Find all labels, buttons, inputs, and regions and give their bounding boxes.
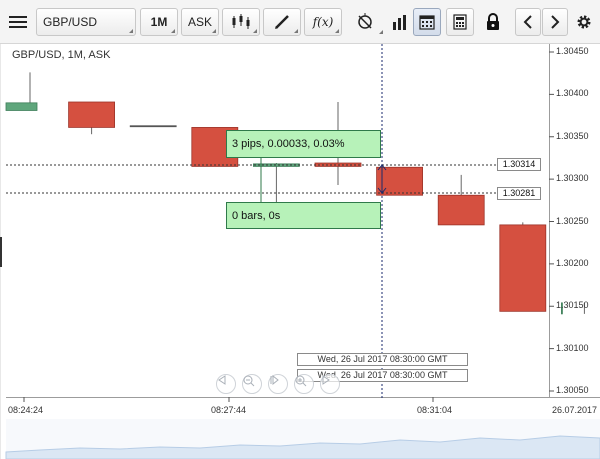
y-tick-label: 1.30400 [556, 88, 589, 99]
pencil-icon [275, 15, 289, 29]
chevron-left-icon [523, 15, 532, 29]
x-tick-label: 08:27:44 [211, 405, 247, 415]
volume-button[interactable] [386, 8, 414, 36]
dropdown-corner-icon [379, 30, 383, 34]
settings-button[interactable] [572, 8, 596, 36]
time-tag-1: Wed, 26 Jul 2017 08:30:00 GMT [297, 353, 468, 366]
chart-type-button[interactable] [222, 8, 260, 36]
gear-icon [577, 15, 591, 29]
crosshair-cursor-icon [358, 13, 372, 29]
measure-info-bottom: 0 bars, 0s [226, 202, 381, 229]
zoom-in-button[interactable] [294, 374, 314, 394]
lock-button[interactable] [480, 8, 506, 36]
hamburger-menu-button[interactable] [4, 8, 32, 36]
symbol-selector[interactable]: GBP/USD [36, 8, 136, 36]
candle-body-down[interactable] [499, 224, 547, 312]
y-tick-label: 1.30150 [556, 300, 589, 311]
y-tick-label: 1.30250 [556, 215, 589, 226]
triangle-right-icon [322, 375, 330, 385]
zoom-out-icon [243, 375, 255, 387]
price-tag-upper: 1.30314 [497, 158, 541, 171]
indicators-button[interactable]: f(x) [304, 8, 342, 36]
dropdown-corner-icon [212, 29, 216, 33]
y-tick-label: 1.30300 [556, 173, 589, 184]
bar-chart-icon [393, 15, 406, 30]
symbol-label: GBP/USD [43, 15, 98, 29]
nav-next-button[interactable] [320, 374, 340, 394]
zoom-out-button[interactable] [242, 374, 262, 394]
trading-window: GBP/USD 1M ASK f(x) GBP/USD, 1M, ASK 3 p… [0, 0, 600, 459]
candle-body-up[interactable] [252, 163, 300, 167]
dropdown-corner-icon [294, 29, 298, 33]
y-tick-label: 1.30350 [556, 130, 589, 141]
x-tick-label: 08:24:24 [8, 405, 44, 415]
calculator-icon [453, 14, 467, 30]
price-side-label: ASK [187, 15, 212, 29]
measure-pips-text: 3 pips, 0.00033, 0.03% [232, 138, 345, 150]
price-side-selector[interactable]: ASK [181, 8, 219, 36]
chart-instrument-title: GBP/USD, 1M, ASK [12, 49, 111, 61]
y-tick-label: 1.30050 [556, 385, 589, 395]
lock-icon [487, 13, 499, 30]
template-button[interactable] [446, 8, 474, 36]
measure-info-top: 3 pips, 0.00033, 0.03% [226, 130, 381, 158]
dropdown-corner-icon [253, 29, 257, 33]
function-icon: f(x) [312, 15, 334, 29]
y-tick-label: 1.30450 [556, 46, 589, 56]
chevron-right-icon [551, 15, 560, 29]
nav-prev-button[interactable] [216, 374, 236, 394]
reset-view-button[interactable] [268, 374, 288, 394]
price-tag-lower: 1.30281 [497, 187, 541, 200]
candle-body-down[interactable] [68, 101, 115, 128]
calendar-button[interactable] [413, 8, 441, 36]
hamburger-icon [9, 16, 27, 28]
cursor-mode-button[interactable] [345, 8, 385, 36]
drawing-tools-button[interactable] [263, 8, 301, 36]
dropdown-corner-icon [335, 29, 339, 33]
period-label: 1M [150, 15, 168, 29]
candle-body-up[interactable] [5, 102, 38, 111]
x-tick-label: 26.07.2017 [552, 405, 598, 415]
period-selector[interactable]: 1M [140, 8, 178, 36]
dropdown-corner-icon [129, 29, 133, 33]
scroll-right-button[interactable] [542, 8, 568, 36]
measure-bars-text: 0 bars, 0s [232, 209, 281, 222]
triangle-left-icon [218, 375, 226, 385]
dropdown-corner-icon [171, 29, 175, 33]
candlestick-chart-icon [232, 14, 250, 29]
reset-icon [270, 375, 279, 385]
candle-body-up[interactable] [129, 125, 177, 128]
chart-area[interactable]: GBP/USD, 1M, ASK 3 pips, 0.00033, 0.03% … [0, 44, 600, 459]
candlestick-chart[interactable] [0, 44, 600, 459]
candle-body-down[interactable] [437, 194, 485, 226]
y-tick-label: 1.30100 [556, 342, 589, 353]
calendar-grid-icon [419, 15, 435, 30]
toolbar: GBP/USD 1M ASK f(x) [0, 0, 600, 44]
scroll-left-button[interactable] [515, 8, 541, 36]
y-tick-label: 1.30200 [556, 257, 589, 268]
zoom-in-icon [295, 375, 307, 387]
x-tick-label: 08:31:04 [417, 405, 453, 415]
